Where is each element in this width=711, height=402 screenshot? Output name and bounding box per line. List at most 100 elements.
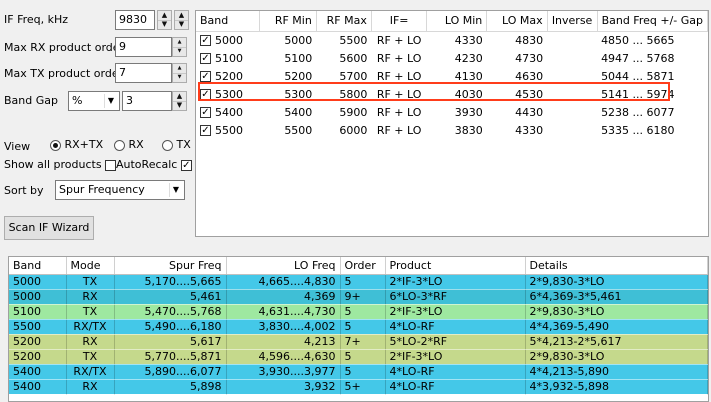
cell-lo-min: 3830 bbox=[454, 123, 483, 137]
cell-band: 5000 bbox=[9, 274, 67, 290]
spin-up-icon[interactable]: ▲ bbox=[173, 38, 186, 48]
cell-product: 4*LO-RF bbox=[385, 364, 526, 380]
cell-band: ✓ 5100 bbox=[196, 49, 260, 67]
col-band-freq[interactable]: Band Freq +/- Gap bbox=[597, 11, 708, 32]
view-option-rxtx[interactable]: RX+TX bbox=[50, 138, 103, 151]
scan-if-wizard-button[interactable]: Scan IF Wizard bbox=[4, 216, 94, 240]
cell-lo-max: 4730 bbox=[515, 51, 544, 65]
cell-lo: 3,830....4,002 bbox=[226, 319, 341, 335]
spin-up-icon[interactable]: ▲ bbox=[173, 64, 186, 74]
band-enable-checkbox[interactable]: ✓ bbox=[200, 53, 211, 64]
cell-spur: 5,470....5,768 bbox=[114, 304, 227, 320]
col-rf-max[interactable]: RF Max bbox=[316, 11, 372, 32]
show-all-checkbox[interactable] bbox=[105, 159, 117, 171]
radio-icon[interactable] bbox=[114, 139, 125, 151]
col-band[interactable]: Band bbox=[9, 257, 67, 275]
view-option-rx[interactable]: RX bbox=[114, 138, 144, 151]
col-band[interactable]: Band bbox=[196, 11, 261, 32]
max-rx-spinner[interactable]: ▲ ▼ bbox=[172, 37, 187, 57]
spin-down-icon[interactable]: ▼ bbox=[173, 48, 186, 57]
col-lo-max[interactable]: LO Max bbox=[486, 11, 548, 32]
show-all-products[interactable]: Show all products bbox=[4, 158, 117, 171]
band-gap-unit-select[interactable]: % ▼ bbox=[68, 91, 120, 111]
cell-lo: 4,369 bbox=[226, 289, 341, 305]
cell-lo: 3,932 bbox=[226, 379, 341, 395]
col-details[interactable]: Details bbox=[525, 257, 708, 275]
if-freq-spinner[interactable]: ▲ ▼ bbox=[157, 10, 172, 30]
cell-mode: TX bbox=[66, 349, 115, 365]
table-row[interactable]: ✓ 5400 5400 5900 RF + LO 3930 4430 5238 ... 607… bbox=[196, 103, 708, 121]
spin-up-icon[interactable]: ▲ bbox=[175, 11, 188, 21]
col-product[interactable]: Product bbox=[385, 257, 526, 275]
band-enable-checkbox[interactable]: ✓ bbox=[200, 89, 211, 100]
col-mode[interactable]: Mode bbox=[66, 257, 115, 275]
if-freq-spinner-2[interactable]: ▲ ▼ bbox=[174, 10, 189, 30]
table-row[interactable]: ✓ 5300 5300 5800 RF + LO 4030 4530 5141 ... 597… bbox=[196, 85, 708, 103]
table-row[interactable]: 5500 RX/TX 5,490....6,180 3,830....4,002 5 4*… bbox=[9, 319, 708, 335]
band-label: 5200 bbox=[215, 69, 243, 83]
sort-select[interactable]: Spur Frequency ▼ bbox=[55, 180, 185, 200]
cell-band: 5000 bbox=[9, 289, 67, 305]
band-gap-input[interactable]: 3 bbox=[122, 91, 172, 111]
spin-down-icon[interactable]: ▼ bbox=[158, 21, 171, 30]
table-row[interactable]: ✓ 5200 5200 5700 RF + LO 4130 4630 5044 ... 587… bbox=[196, 67, 708, 85]
table-row[interactable]: ✓ 5500 5500 6000 RF + LO 3830 4330 5335 ... 618… bbox=[196, 121, 708, 139]
col-spur-freq[interactable]: Spur Freq bbox=[114, 257, 227, 275]
spin-down-icon[interactable]: ▼ bbox=[173, 102, 186, 111]
table-row[interactable]: 5200 RX 5,617 4,213 7+ 5*LO-2*RF 5*4,213-2*5,6… bbox=[9, 334, 708, 350]
col-rf-min[interactable]: RF Min bbox=[259, 11, 317, 32]
band-enable-checkbox[interactable]: ✓ bbox=[200, 107, 211, 118]
cell-spur: 5,461 bbox=[114, 289, 227, 305]
radio-icon[interactable] bbox=[162, 139, 173, 151]
spin-down-icon[interactable]: ▼ bbox=[173, 74, 186, 83]
cell-rf-min: 5200 bbox=[284, 69, 313, 83]
chevron-down-icon[interactable]: ▼ bbox=[169, 183, 182, 197]
radio-selected-icon[interactable] bbox=[50, 139, 61, 151]
band-enable-checkbox[interactable]: ✓ bbox=[200, 125, 211, 136]
col-lo-min[interactable]: LO Min bbox=[426, 11, 488, 32]
table-row[interactable]: ✓ 5000 5000 5500 RF + LO 4330 4830 4850 ... 566… bbox=[196, 31, 708, 49]
chevron-down-icon[interactable]: ▼ bbox=[104, 94, 117, 108]
table-row[interactable]: 5400 RX 5,898 3,932 5+ 4*LO-RF 4*3,932-5,898 bbox=[9, 379, 708, 395]
bands-table[interactable]: Band RF Min RF Max IF= LO Min LO Max Inv… bbox=[195, 10, 709, 237]
table-row[interactable]: ✓ 5100 5100 5600 RF + LO 4230 4730 4947 ... 576… bbox=[196, 49, 708, 67]
autorecalc[interactable]: AutoRecalc ✓ bbox=[116, 158, 192, 171]
cell-lo: 3,930....3,977 bbox=[226, 364, 341, 380]
col-lo-freq[interactable]: LO Freq bbox=[226, 257, 341, 275]
cell-lo-max: 4530 bbox=[515, 87, 544, 101]
cell-band: 5400 bbox=[9, 379, 67, 395]
cell-if: RF + LO bbox=[376, 51, 422, 65]
cell-details: 2*9,830-3*LO bbox=[525, 304, 708, 320]
table-row[interactable]: 5200 TX 5,770....5,871 4,596....4,630 5 2*IF-… bbox=[9, 349, 708, 365]
table-row[interactable]: 5000 TX 5,170....5,665 4,665....4,830 5 2*IF-… bbox=[9, 274, 708, 290]
cell-band-freq: 4947 ... 5768 bbox=[601, 51, 675, 65]
cell-spur: 5,170....5,665 bbox=[114, 274, 227, 290]
table-row[interactable]: 5100 TX 5,470....5,768 4,631....4,730 5 2*IF-… bbox=[9, 304, 708, 320]
spin-up-icon[interactable]: ▲ bbox=[173, 92, 186, 102]
view-option-tx[interactable]: TX bbox=[162, 138, 191, 151]
max-tx-spinner[interactable]: ▲ ▼ bbox=[172, 63, 187, 83]
table-row[interactable]: 5400 RX/TX 5,890....6,077 3,930....3,977 5 4*… bbox=[9, 364, 708, 380]
max-tx-input[interactable]: 7 bbox=[115, 63, 172, 83]
cell-rf-min: 5100 bbox=[284, 51, 313, 65]
if-freq-input[interactable]: 9830 bbox=[115, 10, 155, 30]
cell-order: 7+ bbox=[340, 334, 386, 350]
table-row[interactable]: 5000 RX 5,461 4,369 9+ 6*LO-3*RF 6*4,369-3*5,4… bbox=[9, 289, 708, 305]
autorecalc-checkbox[interactable]: ✓ bbox=[180, 159, 192, 171]
cell-product: 5*LO-2*RF bbox=[385, 334, 526, 350]
spin-up-icon[interactable]: ▲ bbox=[158, 11, 171, 21]
cell-product: 2*IF-3*LO bbox=[385, 274, 526, 290]
cell-product: 2*IF-3*LO bbox=[385, 304, 526, 320]
band-gap-spinner[interactable]: ▲ ▼ bbox=[172, 91, 187, 111]
cell-lo: 4,213 bbox=[226, 334, 341, 350]
cell-lo: 4,665....4,830 bbox=[226, 274, 341, 290]
band-enable-checkbox[interactable]: ✓ bbox=[200, 71, 211, 82]
col-if[interactable]: IF= bbox=[371, 11, 428, 32]
band-enable-checkbox[interactable]: ✓ bbox=[200, 35, 211, 47]
col-order[interactable]: Order bbox=[340, 257, 386, 275]
spur-table[interactable]: Band Mode Spur Freq LO Freq Order Produc… bbox=[8, 256, 709, 402]
col-inverse[interactable]: Inverse bbox=[547, 11, 598, 32]
spin-down-icon[interactable]: ▼ bbox=[175, 21, 188, 30]
band-label: 5000 bbox=[215, 33, 243, 47]
max-rx-input[interactable]: 9 bbox=[115, 37, 172, 57]
